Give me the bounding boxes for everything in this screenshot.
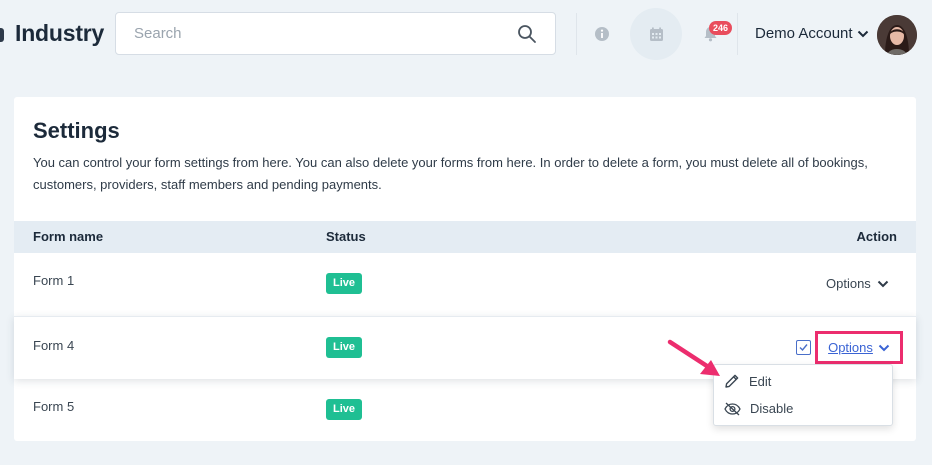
check-icon [799,344,808,352]
form-name: Form 1 [33,273,75,288]
menu-item-label: Disable [750,401,794,416]
settings-description: You can control your form settings from … [33,155,868,192]
select-checkbox[interactable] [796,340,811,355]
page-title: Settings [33,118,120,143]
avatar[interactable] [877,15,917,55]
status-badge: Live [326,273,363,294]
chevron-down-icon [878,344,890,351]
search-input[interactable] [134,13,514,54]
options-label: Options [828,340,873,355]
options-label: Options [826,276,871,291]
header-divider [737,13,738,55]
column-header-status: Status [326,229,366,244]
form-name: Form 5 [33,399,75,414]
form-name: Form 4 [33,338,75,353]
table-header: Form name Status Action [14,221,916,253]
app-title: Industry [15,20,105,46]
chevron-down-icon [857,30,868,37]
account-menu[interactable]: Demo Account [755,25,869,42]
options-menu: Edit Disable [713,364,893,426]
account-name: Demo Account [755,25,853,42]
menu-item-disable[interactable]: Disable [724,401,793,416]
search-icon[interactable] [517,24,537,44]
status-badge: Live [326,399,363,420]
column-header-action: Action [856,229,897,244]
top-header: Industry 246 [0,0,932,70]
sidebar-toggle-icon[interactable] [0,28,4,42]
menu-item-label: Edit [749,373,772,389]
eye-slash-icon [724,402,741,415]
calendar-icon[interactable] [642,20,670,48]
header-divider [576,13,577,55]
pencil-icon [725,374,739,388]
table-row: Form 1 Live Options [14,253,916,316]
notification-badge: 246 [709,21,733,35]
options-dropdown[interactable]: Options [826,276,889,291]
menu-item-edit[interactable]: Edit [724,373,771,389]
column-header-form-name: Form name [33,229,104,244]
info-icon[interactable] [588,20,616,48]
pointer-arrow-icon [667,339,720,376]
status-badge: Live [326,337,363,358]
chevron-down-icon [877,280,889,287]
search-box[interactable] [115,12,556,55]
options-dropdown-active[interactable]: Options [815,331,903,364]
